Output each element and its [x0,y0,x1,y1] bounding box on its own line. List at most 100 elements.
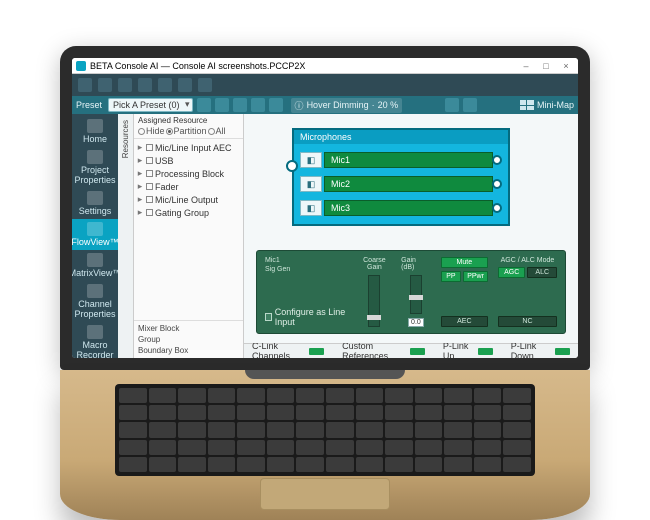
ribbon-icon[interactable] [198,78,212,92]
resource-footer-list: Mixer BlockGroupBoundary Box [134,320,243,358]
agc-button[interactable]: AGC [498,267,526,278]
ribbon-icon[interactable] [178,78,192,92]
alc-button[interactable]: ALC [527,267,557,278]
toolbar-button[interactable] [269,98,283,112]
resource-tree-item[interactable]: ▸Gating Group [134,206,243,219]
nav-icon [87,119,103,133]
bullet-icon [146,157,153,164]
resource-tree-item[interactable]: ▸Mic/Line Input AEC [134,141,243,154]
fine-gain-label: Gain (dB) [401,257,431,271]
aec-button[interactable]: AEC [441,316,488,327]
mic-icon: ◧ [300,152,322,168]
output-port[interactable] [492,155,502,165]
resource-tree-item[interactable]: ▸Fader [134,180,243,193]
resource-footer-item[interactable]: Boundary Box [138,345,239,356]
resources-heading: Assigned Resource [138,116,239,125]
ribbon-icon[interactable] [98,78,112,92]
laptop-keyboard [115,384,535,476]
sig-gen-label: Sig Gen [265,266,348,273]
minimap-toggle[interactable]: Mini-Map [520,100,574,110]
output-port[interactable] [492,203,502,213]
window-close[interactable]: × [558,61,574,71]
flowview-canvas[interactable]: Microphones ◧Mic1◧Mic2◧Mic3 Mic1 Sig Gen… [244,114,578,343]
nav-item-matrixview-[interactable]: MatrixView™ [72,250,118,281]
window-title: BETA Console AI — Console AI screenshots… [90,61,305,71]
bullet-icon [146,196,153,203]
toolbar-button[interactable] [251,98,265,112]
mic-block[interactable]: ◧Mic1 [300,152,502,168]
nav-item-channel-properties[interactable]: Channel Properties [72,281,118,322]
grid-icon [520,100,534,110]
mic-block[interactable]: ◧Mic3 [300,200,502,216]
toolbar-button[interactable] [233,98,247,112]
mic-label: Mic1 [324,152,493,168]
configure-as-line-input-checkbox[interactable]: Configure as Line Input [265,307,348,327]
ribbon-icon[interactable] [138,78,152,92]
gain-readout[interactable]: 0.0 [408,318,424,327]
resources-tab[interactable]: Resources [118,114,134,358]
toolbar-button[interactable] [197,98,211,112]
channel-properties-panel: Mic1 Sig Gen Configure as Line Input Coa… [256,250,566,334]
resources-panel: Assigned Resource Hide Partition All ▸Mi… [134,114,244,358]
info-icon: ⓘ [295,99,304,112]
resource-footer-item[interactable]: Mixer Block [138,323,239,334]
coarse-gain-slider[interactable] [368,275,380,327]
expand-icon[interactable]: ▸ [136,181,144,192]
mic-icon: ◧ [300,200,322,216]
mic-label: Mic2 [324,176,493,192]
toolbar-button[interactable] [445,98,459,112]
bullet-icon [146,209,153,216]
ribbon-icon[interactable] [118,78,132,92]
nav-item-flowview-[interactable]: FlowView™ [72,219,118,250]
mic-block[interactable]: ◧Mic2 [300,176,502,192]
fine-gain-slider[interactable] [410,275,422,314]
ppwr-button[interactable]: PPwr [463,271,488,282]
laptop-keyboard-deck [60,370,590,520]
expand-icon[interactable]: ▸ [136,142,144,153]
pp-button[interactable]: PP [441,271,462,282]
nc-button[interactable]: NC [498,316,557,327]
nav-icon [87,253,103,267]
microphones-group[interactable]: Microphones ◧Mic1◧Mic2◧Mic3 [292,128,510,226]
coarse-gain-label: Coarse Gain [358,257,391,271]
resource-tree-item[interactable]: ▸USB [134,154,243,167]
laptop-mockup: BETA Console AI — Console AI screenshots… [60,46,590,520]
left-nav: HomeProject PropertiesSettingsFlowView™M… [72,114,118,358]
preset-select[interactable]: Pick A Preset (0) [108,98,193,112]
status-indicator [555,348,570,355]
ribbon-toolbar [72,74,578,96]
expand-icon[interactable]: ▸ [136,155,144,166]
resource-footer-item[interactable]: Group [138,334,239,345]
window-maximize[interactable]: □ [538,61,554,71]
toolbar-button[interactable] [463,98,477,112]
nav-item-home[interactable]: Home [72,116,118,147]
app-window: BETA Console AI — Console AI screenshots… [72,58,578,358]
laptop-hinge [245,370,405,379]
nav-item-project-properties[interactable]: Project Properties [72,147,118,188]
filter-all[interactable]: All [208,126,226,136]
nav-icon [87,191,103,205]
output-port[interactable] [492,179,502,189]
expand-icon[interactable]: ▸ [136,207,144,218]
filter-partition[interactable]: Partition [166,126,207,136]
group-title: Microphones [294,130,508,144]
ribbon-icon[interactable] [78,78,92,92]
nav-icon [87,325,103,339]
ribbon-icon[interactable] [158,78,172,92]
resource-filter-radios: Hide Partition All [138,126,239,136]
status-bar: C-Link ChannelsCustom ReferencesP-Link U… [244,343,578,358]
nav-item-macro-recorder[interactable]: Macro Recorder [72,322,118,358]
toolbar-button[interactable] [215,98,229,112]
bullet-icon [146,170,153,177]
group-config-port[interactable] [286,160,298,172]
screen-bezel: BETA Console AI — Console AI screenshots… [60,46,590,370]
mute-button[interactable]: Mute [441,257,488,268]
mic-icon: ◧ [300,176,322,192]
resource-tree-item[interactable]: ▸Processing Block [134,167,243,180]
filter-hide[interactable]: Hide [138,126,165,136]
expand-icon[interactable]: ▸ [136,194,144,205]
resource-tree-item[interactable]: ▸Mic/Line Output [134,193,243,206]
window-minimize[interactable]: – [518,61,534,71]
nav-item-settings[interactable]: Settings [72,188,118,219]
expand-icon[interactable]: ▸ [136,168,144,179]
